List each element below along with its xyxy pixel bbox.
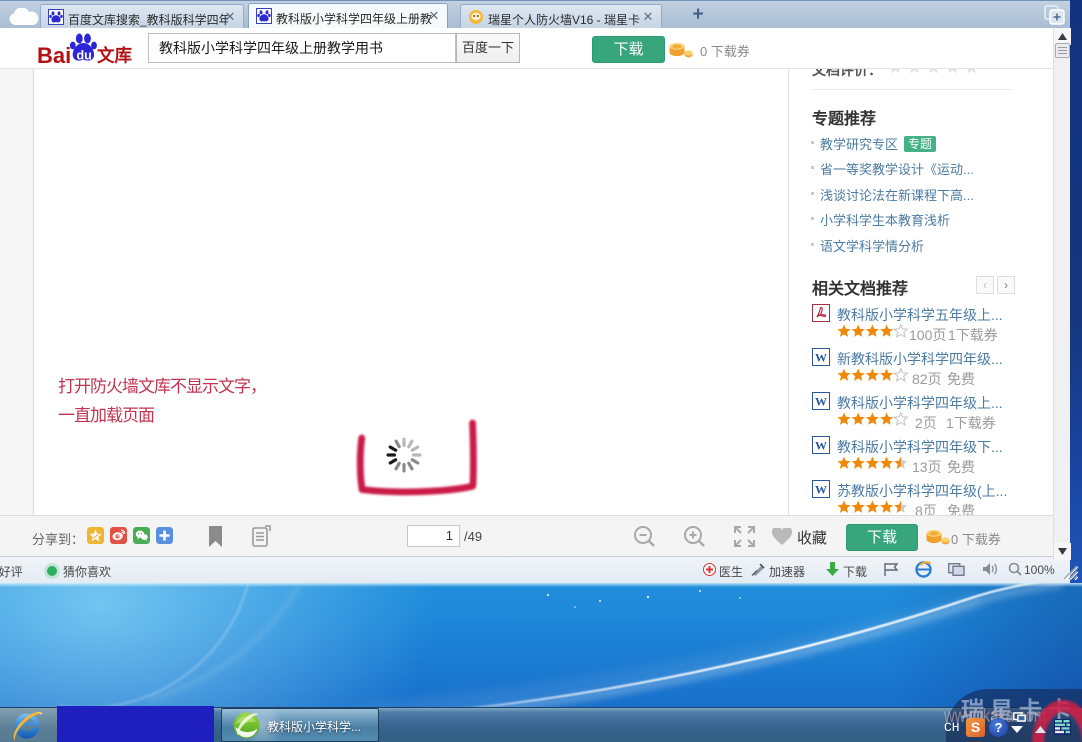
svg-text:W: W xyxy=(815,351,827,365)
svg-text:du: du xyxy=(77,49,92,63)
svg-text:W: W xyxy=(815,483,827,497)
svg-text:文库: 文库 xyxy=(97,46,132,66)
svg-text:Bai: Bai xyxy=(37,43,71,68)
svg-text:W: W xyxy=(815,395,827,409)
svg-text:W: W xyxy=(815,439,827,453)
